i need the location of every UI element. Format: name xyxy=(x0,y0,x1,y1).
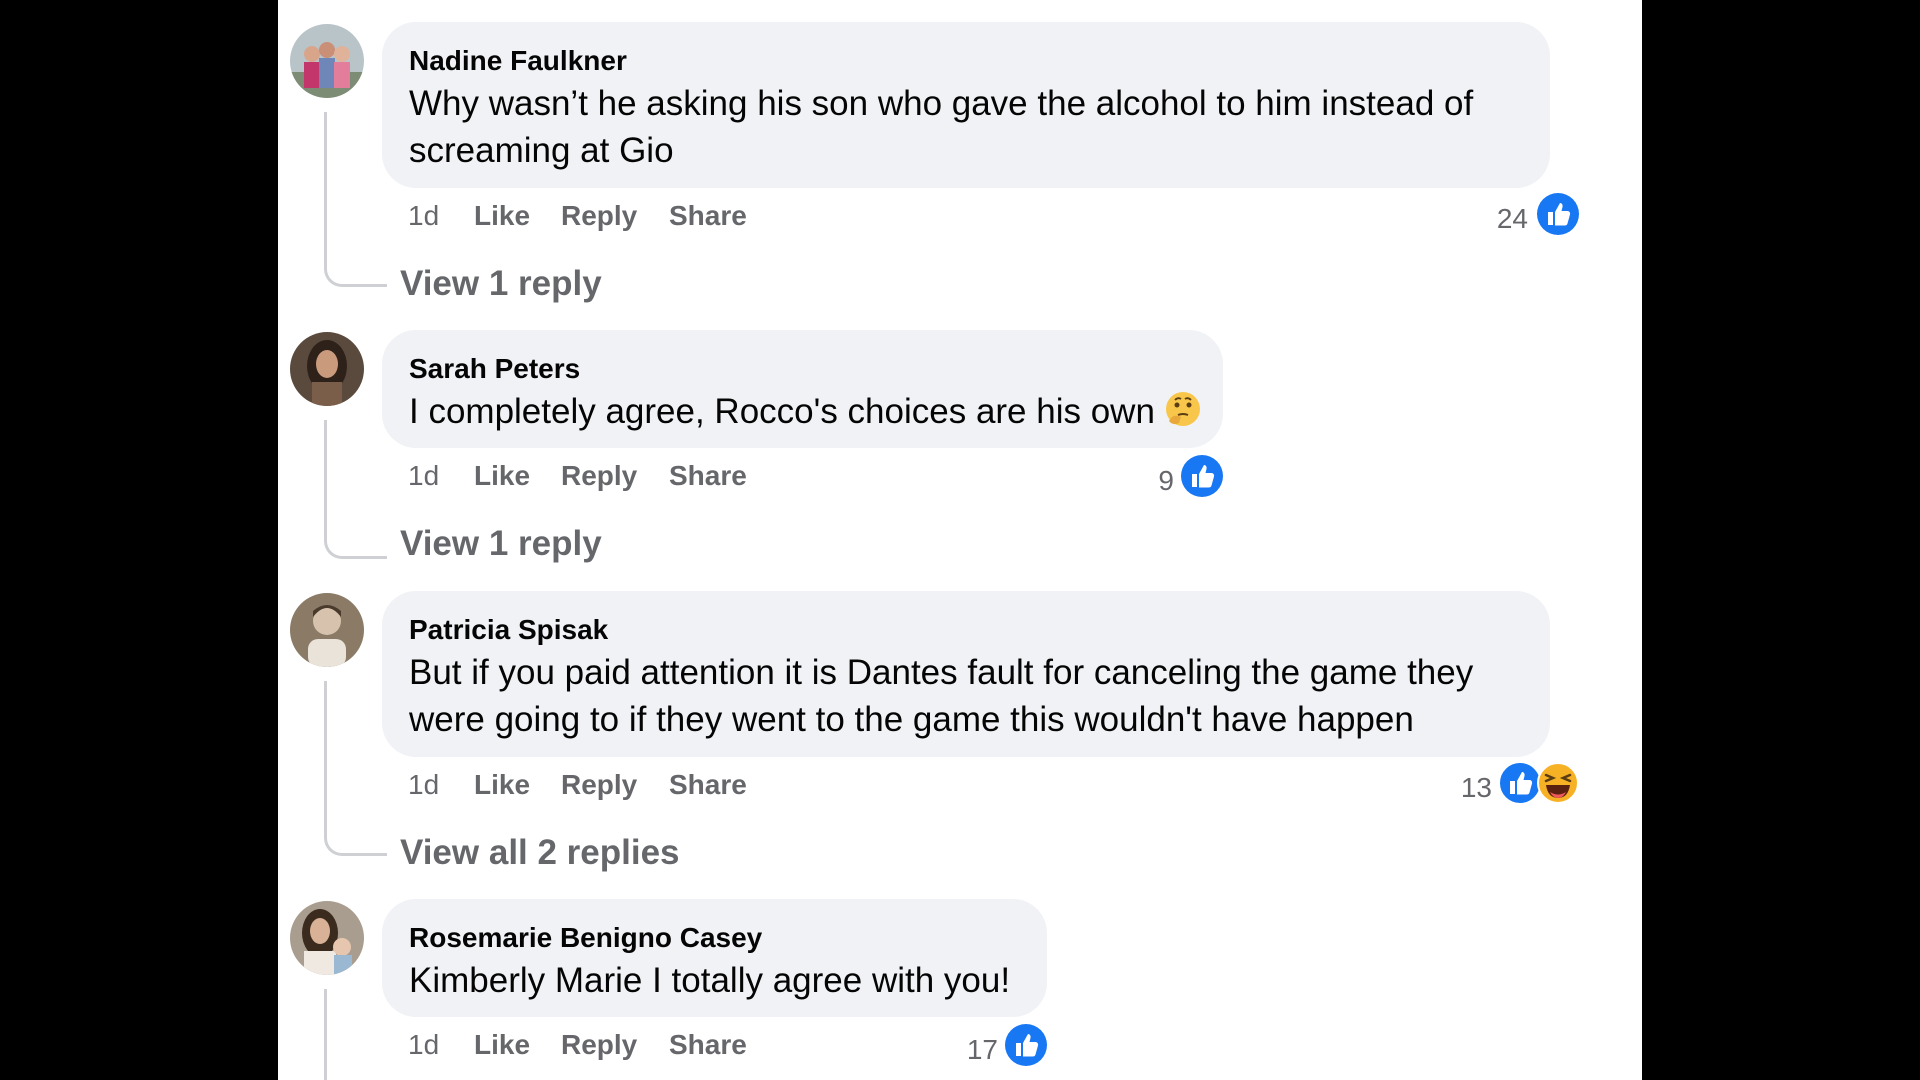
comment-text: But if you paid attention it is Dantes f… xyxy=(409,653,1474,739)
thread-line xyxy=(324,681,387,856)
avatar[interactable] xyxy=(290,901,364,975)
comment-text: Kimberly Marie I totally agree with you! xyxy=(409,961,1011,1000)
share-button[interactable]: Share xyxy=(669,458,747,494)
comment-text: Why wasn’t he asking his son who gave th… xyxy=(409,84,1474,170)
view-replies-link[interactable]: View 1 reply xyxy=(400,522,602,566)
comment-author[interactable]: Sarah Peters xyxy=(409,350,1196,388)
comment-time[interactable]: 1d xyxy=(408,198,439,234)
comment-time[interactable]: 1d xyxy=(408,1027,439,1063)
reaction-count: 24 xyxy=(1496,203,1528,234)
reaction-count: 13 xyxy=(1460,772,1492,803)
reaction-summary[interactable]: 13 xyxy=(1418,761,1580,807)
comments-panel: Nadine Faulkner Why wasn’t he asking his… xyxy=(278,0,1642,1080)
like-reaction-icon xyxy=(1181,455,1223,497)
reaction-count: 9 xyxy=(1158,465,1174,496)
reply-button[interactable]: Reply xyxy=(561,767,637,803)
reaction-summary[interactable]: 9 xyxy=(1144,454,1224,500)
view-replies-link[interactable]: View all 2 replies xyxy=(400,831,680,875)
share-button[interactable]: Share xyxy=(669,1027,747,1063)
like-button[interactable]: Like xyxy=(474,198,530,234)
comment-author[interactable]: Nadine Faulkner xyxy=(409,42,1523,80)
share-button[interactable]: Share xyxy=(669,767,747,803)
thread-line xyxy=(324,420,387,559)
comment-bubble: Nadine Faulkner Why wasn’t he asking his… xyxy=(382,22,1550,188)
like-button[interactable]: Like xyxy=(474,1027,530,1063)
reply-button[interactable]: Reply xyxy=(561,458,637,494)
comment-text: I completely agree, Rocco's choices are … xyxy=(409,388,1200,435)
haha-reaction-icon xyxy=(1537,762,1579,804)
comment-bubble: Rosemarie Benigno Casey Kimberly Marie I… xyxy=(382,899,1047,1017)
comment-author[interactable]: Patricia Spisak xyxy=(409,611,1523,649)
avatar[interactable] xyxy=(290,24,364,98)
reaction-summary[interactable]: 24 xyxy=(1460,192,1580,238)
avatar[interactable] xyxy=(290,593,364,667)
reaction-summary[interactable]: 17 xyxy=(958,1023,1048,1069)
like-reaction-icon xyxy=(1537,193,1579,235)
thinking-face-emoji-icon xyxy=(1165,392,1200,426)
comment-time[interactable]: 1d xyxy=(408,767,439,803)
like-reaction-icon xyxy=(1005,1024,1047,1066)
thread-line xyxy=(324,112,387,287)
thread-line xyxy=(324,989,387,1080)
comment-bubble: Patricia Spisak But if you paid attentio… xyxy=(382,591,1550,757)
avatar[interactable] xyxy=(290,332,364,406)
comment-author[interactable]: Rosemarie Benigno Casey xyxy=(409,919,1020,957)
reply-button[interactable]: Reply xyxy=(561,1027,637,1063)
comment-bubble: Sarah Peters I completely agree, Rocco's… xyxy=(382,330,1223,448)
comment-time[interactable]: 1d xyxy=(408,458,439,494)
reaction-count: 17 xyxy=(966,1034,998,1065)
like-button[interactable]: Like xyxy=(474,458,530,494)
reply-button[interactable]: Reply xyxy=(561,198,637,234)
view-replies-link[interactable]: View 1 reply xyxy=(400,262,602,306)
share-button[interactable]: Share xyxy=(669,198,747,234)
comment-text-content: I completely agree, Rocco's choices are … xyxy=(409,392,1155,431)
like-button[interactable]: Like xyxy=(474,767,530,803)
